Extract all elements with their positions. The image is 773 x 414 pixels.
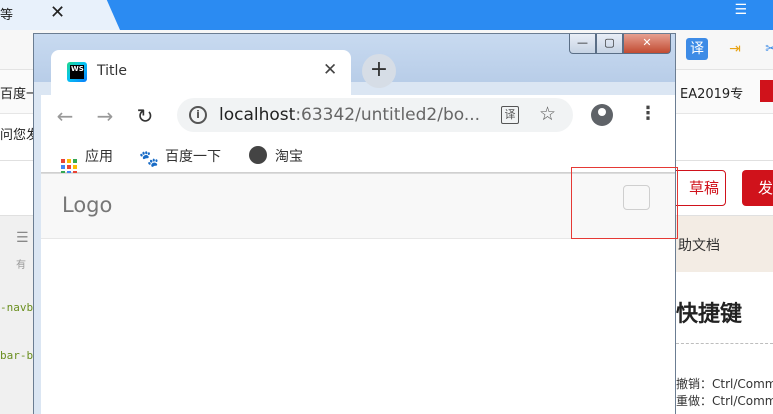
url-host: localhost: [219, 105, 296, 125]
maximize-button[interactable]: ▢: [596, 34, 623, 54]
site-info-icon[interactable]: i: [189, 106, 207, 124]
reload-icon[interactable]: ↻: [133, 104, 157, 128]
publish-button[interactable]: 发: [742, 170, 773, 206]
new-tab-button[interactable]: +: [362, 54, 396, 88]
background-title-bar: 等 ✕ ☰: [0, 0, 773, 30]
shortcut-item: 撤销：Ctrl/Comm: [676, 377, 773, 391]
background-code-line: bar-b: [0, 349, 34, 362]
background-tab[interactable]: 等 ✕: [0, 0, 100, 30]
profile-avatar-icon[interactable]: [591, 104, 613, 126]
favicon-text: WS: [70, 65, 84, 79]
background-tab-close-icon[interactable]: ✕: [50, 2, 65, 23]
shortcut-heading: 快捷键: [676, 302, 743, 327]
bookmark-apps[interactable]: 应用: [61, 146, 113, 175]
background-bookmark-red-icon[interactable]: [760, 80, 773, 102]
more-menu-icon[interactable]: ⋮: [639, 103, 657, 124]
minimize-button[interactable]: —: [569, 34, 596, 54]
scissors-extension-icon[interactable]: ✂: [760, 38, 773, 60]
url-text[interactable]: localhost:63342/untitled2/bo...: [219, 105, 480, 125]
navbar-brand-logo[interactable]: Logo: [62, 193, 112, 217]
close-window-button[interactable]: ✕: [623, 34, 671, 54]
back-arrow-icon[interactable]: ←: [53, 104, 77, 128]
tab-close-icon[interactable]: ✕: [323, 60, 337, 80]
webstorm-icon: WS: [67, 62, 87, 82]
tab-title: Title: [97, 63, 128, 79]
baidu-paw-icon: 🐾: [139, 149, 159, 168]
globe-icon: [249, 146, 267, 164]
browser-tab[interactable]: WS Title ✕: [51, 50, 351, 95]
background-tab-label: 等: [0, 8, 14, 23]
bookmark-star-icon[interactable]: ☆: [539, 103, 556, 125]
bookmark-taobao[interactable]: 淘宝: [249, 146, 303, 166]
window-controls: — ▢ ✕: [569, 34, 671, 54]
background-sidebar-label: 有: [16, 260, 26, 271]
translate-icon[interactable]: 译: [501, 106, 519, 124]
download-extension-icon[interactable]: ⇥: [724, 38, 746, 60]
address-bar[interactable]: i localhost:63342/untitled2/bo... 译 ☆: [177, 98, 573, 132]
background-help-tab[interactable]: 助文档: [678, 235, 720, 255]
bookmark-baidu[interactable]: 🐾 百度一下: [139, 146, 221, 168]
background-tab-edge: [98, 0, 120, 30]
forward-arrow-icon[interactable]: →: [93, 104, 117, 128]
translate-extension-icon[interactable]: 译: [686, 38, 708, 60]
background-bookmark-idea[interactable]: EA2019专: [680, 83, 743, 102]
url-path: :63342/untitled2/bo...: [295, 105, 481, 125]
bookmark-label: 应用: [85, 149, 113, 165]
shortcut-item: 重做：Ctrl/Comm: [676, 394, 773, 408]
background-code-line: -navb: [0, 301, 34, 314]
annotation-highlight-box: [571, 167, 678, 239]
bookmark-label: 百度一下: [165, 149, 221, 165]
bookmark-label: 淘宝: [275, 149, 303, 165]
browser-toolbar: ← → ↻ i localhost:63342/untitled2/bo... …: [41, 95, 675, 137]
list-icon[interactable]: ☰: [16, 230, 29, 246]
background-menu-icon[interactable]: ☰: [734, 2, 747, 18]
divider: [676, 343, 773, 344]
